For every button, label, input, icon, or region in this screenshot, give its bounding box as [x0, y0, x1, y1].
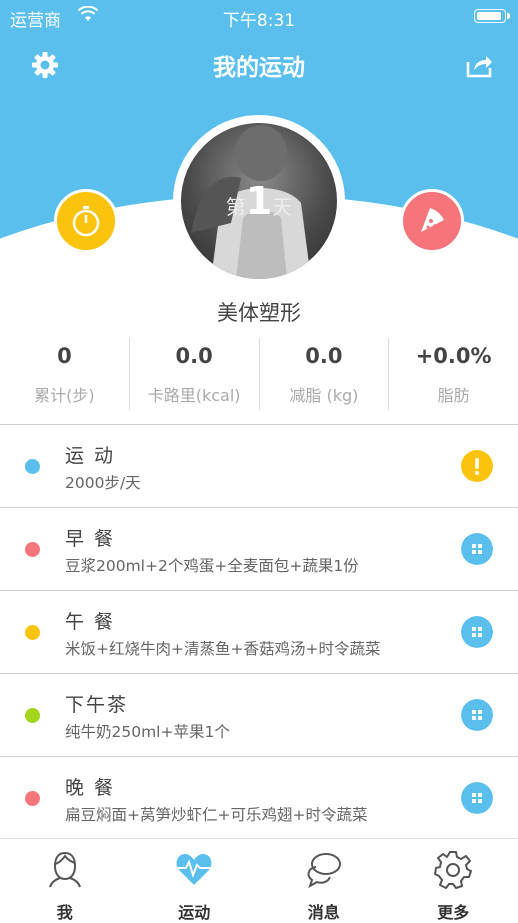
plan-item-breakfast[interactable]: 早 餐 豆浆200ml+2个鸡蛋+全麦面包+蔬果1份 [0, 508, 518, 591]
plan-item-afternoon-tea[interactable]: 下午茶 纯牛奶250ml+苹果1个 [0, 674, 518, 757]
plan-item-detail: 豆浆200ml+2个鸡蛋+全麦面包+蔬果1份 [65, 554, 359, 576]
person-icon [45, 849, 85, 889]
plan-item-lunch[interactable]: 午 餐 米饭+红烧牛肉+清蒸鱼+香菇鸡汤+时令蔬菜 [0, 591, 518, 674]
heart-pulse-icon [174, 849, 214, 889]
plan-list: 运 动 2000步/天 早 餐 豆浆200ml+2个鸡蛋+全麦面包+蔬果1份 午… [0, 424, 518, 840]
plan-item-title: 午 餐 [65, 607, 115, 634]
plan-item-title: 晚 餐 [65, 773, 115, 800]
tab-label: 我 [0, 899, 130, 923]
status-dot [25, 542, 40, 557]
status-dot [25, 459, 40, 474]
plan-item-title: 早 餐 [65, 524, 115, 551]
battery-icon [474, 9, 506, 23]
plan-item-detail: 2000步/天 [65, 471, 141, 493]
day-counter: 第1天 [181, 179, 337, 223]
grid-icon[interactable] [461, 533, 493, 565]
stat-label: 脂肪 [389, 382, 518, 406]
pizza-icon [403, 192, 461, 250]
status-dot [25, 708, 40, 723]
stat-fat-loss: 0.0 减脂 (kg) [260, 338, 390, 410]
plan-item-detail: 米饭+红烧牛肉+清蒸鱼+香菇鸡汤+时令蔬菜 [65, 637, 380, 659]
stat-value: 0.0 [260, 344, 389, 368]
plan-item-title: 运 动 [65, 441, 115, 468]
plan-item-detail: 扁豆焖面+莴笋炒虾仁+可乐鸡翅+时令蔬菜 [65, 803, 367, 825]
grid-icon[interactable] [461, 782, 493, 814]
stopwatch-icon [57, 192, 115, 250]
status-dot [25, 791, 40, 806]
stat-calories: 0.0 卡路里(kcal) [130, 338, 260, 410]
stat-value: 0.0 [130, 344, 259, 368]
stat-body-fat: +0.0% 脂肪 [389, 338, 518, 410]
chat-icon [304, 849, 344, 889]
tab-more[interactable]: 更多 [389, 839, 518, 921]
day-suffix: 天 [272, 195, 292, 219]
avatar[interactable]: 第1天 [181, 123, 337, 279]
status-dot [25, 625, 40, 640]
stat-label: 减脂 (kg) [260, 382, 389, 406]
tab-me[interactable]: 我 [0, 839, 130, 921]
plan-item-exercise[interactable]: 运 动 2000步/天 [0, 425, 518, 508]
pizza-button[interactable] [400, 189, 464, 253]
plan-item-title: 下午茶 [65, 690, 128, 717]
gear-icon [433, 849, 473, 889]
stat-steps: 0 累计(步) [0, 338, 130, 410]
day-prefix: 第 [226, 195, 246, 219]
stat-label: 卡路里(kcal) [130, 382, 259, 406]
stats-bar: 0 累计(步) 0.0 卡路里(kcal) 0.0 减脂 (kg) +0.0% … [0, 338, 518, 418]
grid-icon[interactable] [461, 699, 493, 731]
plan-item-dinner[interactable]: 晚 餐 扁豆焖面+莴笋炒虾仁+可乐鸡翅+时令蔬菜 [0, 757, 518, 840]
status-time: 下午8:31 [0, 6, 518, 31]
share-icon[interactable] [464, 50, 494, 80]
profile-name: 美体塑形 [0, 297, 518, 327]
tab-label: 消息 [259, 899, 389, 923]
page-title: 我的运动 [0, 48, 518, 82]
tab-messages[interactable]: 消息 [259, 839, 389, 921]
grid-icon[interactable] [461, 616, 493, 648]
alert-icon[interactable] [461, 450, 493, 482]
plan-item-detail: 纯牛奶250ml+苹果1个 [65, 720, 230, 742]
stat-label: 累计(步) [0, 382, 129, 406]
stopwatch-button[interactable] [54, 189, 118, 253]
stat-value: 0 [0, 344, 129, 368]
tab-bar: 我 运动 消息 更多 [0, 838, 518, 921]
battery-fill [477, 12, 501, 20]
stat-value: +0.0% [389, 344, 518, 368]
status-bar: 运营商 下午8:31 [0, 0, 518, 34]
day-number: 1 [246, 179, 272, 223]
tab-label: 更多 [389, 899, 518, 923]
tab-label: 运动 [130, 899, 260, 923]
tab-sports[interactable]: 运动 [130, 839, 260, 921]
